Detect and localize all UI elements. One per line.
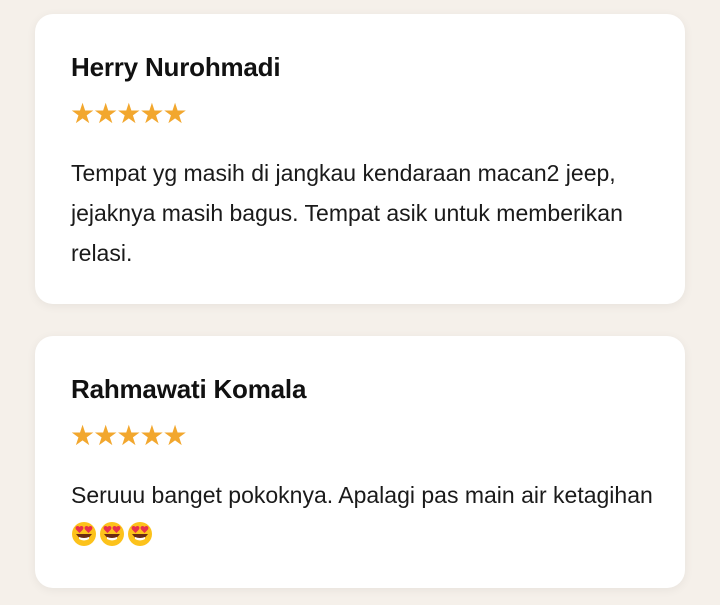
star-icon: ★ — [162, 98, 187, 129]
star-icon: ★ — [139, 98, 164, 129]
review-text: Tempat yg masih di jangkau kendaraan mac… — [71, 160, 623, 266]
reviews-page: Herry Nurohmadi ★★★★★ Tempat yg masih di… — [0, 0, 720, 605]
reviewer-name: Rahmawati Komala — [71, 374, 307, 404]
heart-eyes-emoji-icon — [128, 522, 152, 546]
review-card: Rahmawati Komala ★★★★★ Seruuu banget pok… — [35, 336, 685, 588]
star-icon: ★ — [93, 98, 118, 129]
reviewer-name: Herry Nurohmadi — [71, 52, 281, 82]
star-icon: ★ — [116, 420, 141, 451]
heart-eyes-emoji-icon — [72, 522, 96, 546]
star-icon: ★ — [139, 420, 164, 451]
star-icon: ★ — [70, 420, 95, 451]
review-text: Seruuu banget pokoknya. Apalagi pas main… — [71, 482, 653, 508]
star-rating: ★★★★★ — [70, 420, 188, 451]
star-icon: ★ — [116, 98, 141, 129]
heart-eyes-emoji-icon — [100, 522, 124, 546]
review-text-block: Seruuu banget pokoknya. Apalagi pas main… — [71, 475, 655, 555]
star-icon: ★ — [93, 420, 118, 451]
review-card: Herry Nurohmadi ★★★★★ Tempat yg masih di… — [35, 14, 685, 304]
star-rating: ★★★★★ — [70, 98, 188, 129]
star-icon: ★ — [162, 420, 187, 451]
star-icon: ★ — [70, 98, 95, 129]
